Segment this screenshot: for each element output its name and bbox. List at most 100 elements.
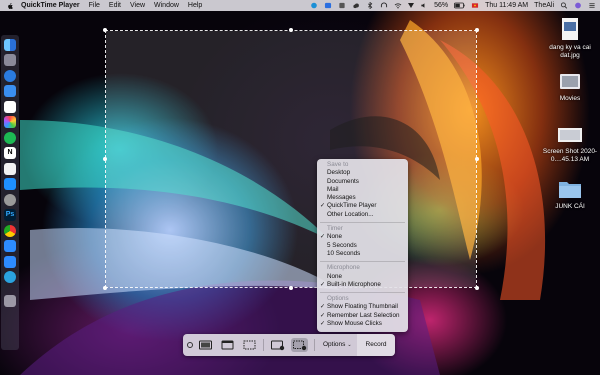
menu-view[interactable]: View <box>130 0 145 11</box>
checkmark-icon: ✓ <box>320 304 326 311</box>
skype-icon[interactable] <box>310 2 318 9</box>
resize-handle-top-left[interactable] <box>103 28 107 32</box>
resize-handle-top[interactable] <box>289 28 293 32</box>
apple-icon[interactable] <box>6 2 14 10</box>
cloud-icon[interactable] <box>352 2 360 9</box>
photoshop-icon[interactable]: Ps <box>4 209 16 221</box>
airplay-icon[interactable] <box>408 3 415 8</box>
calendar-icon[interactable] <box>4 100 16 113</box>
menu-header-timer: Timer <box>327 225 343 233</box>
record-selection-button[interactable] <box>291 338 308 352</box>
menu-item-quicktime-player[interactable]: ✓ QuickTime Player <box>317 202 408 210</box>
close-toolbar-button[interactable] <box>187 342 193 348</box>
desktop-file-image[interactable]: dang ky va cai dat.jpg <box>540 17 600 60</box>
battery-percent[interactable]: 56% <box>434 0 448 11</box>
resize-handle-top-right[interactable] <box>475 28 479 32</box>
resize-handle-right[interactable] <box>475 157 479 161</box>
finder-status-icon[interactable] <box>338 2 346 9</box>
search-icon[interactable] <box>560 2 568 9</box>
menu-item-label: Show Mouse Clicks <box>327 320 382 328</box>
dock: N Ps <box>1 35 19 350</box>
menu-item-5-seconds[interactable]: 5 Seconds <box>317 242 408 250</box>
resize-handle-left[interactable] <box>103 157 107 161</box>
capture-selection-button[interactable] <box>241 338 258 352</box>
menu-item-10-seconds[interactable]: 10 Seconds <box>317 250 408 258</box>
record-button[interactable]: Record <box>357 334 395 356</box>
toolbar-divider <box>314 339 315 351</box>
menu-edit[interactable]: Edit <box>109 0 121 11</box>
menu-item-documents[interactable]: Documents <box>317 178 408 186</box>
selection-area <box>106 31 476 287</box>
volume-icon[interactable] <box>420 2 428 9</box>
menu-item-messages[interactable]: Messages <box>317 194 408 202</box>
clock[interactable]: Thu 11:49 AM <box>485 0 528 11</box>
resize-handle-bottom-left[interactable] <box>103 286 107 290</box>
zalo-icon[interactable] <box>324 2 332 9</box>
app-store-icon[interactable] <box>4 178 16 190</box>
safari-icon[interactable] <box>4 69 16 82</box>
desktop-folder-movies[interactable]: Movies <box>540 72 600 103</box>
entire-screen-icon <box>199 340 212 350</box>
screenshot-file-icon <box>558 128 582 142</box>
user-name[interactable]: TheAli <box>534 0 554 11</box>
notion-icon[interactable]: N <box>4 147 16 159</box>
zalo-dock-icon[interactable] <box>4 240 16 252</box>
menu-bar: QuickTime Player File Edit View Window H… <box>0 0 600 11</box>
settings-icon[interactable] <box>4 193 16 206</box>
menu-item-other-location[interactable]: Other Location... <box>317 211 408 219</box>
menu-item-timer-none[interactable]: ✓ None <box>317 233 408 241</box>
chrome-icon[interactable] <box>4 224 16 237</box>
resize-handle-bottom-right[interactable] <box>475 286 479 290</box>
resize-handle-bottom[interactable] <box>289 286 293 290</box>
menu-item-show-floating-thumbnail[interactable]: ✓ Show Floating Thumbnail <box>317 303 408 311</box>
record-selection-icon <box>293 340 307 351</box>
bluetooth-icon[interactable] <box>366 2 374 9</box>
telegram-icon[interactable] <box>4 271 16 283</box>
menu-item-label: Documents <box>327 177 359 185</box>
desktop-file-screenshot[interactable]: Screen Shot 2020-0....45.13 AM <box>540 125 600 164</box>
spotify-icon[interactable] <box>4 131 16 144</box>
menu-item-show-mouse-clicks[interactable]: ✓ Show Mouse Clicks <box>317 320 408 328</box>
notification-center-icon[interactable] <box>588 2 596 9</box>
launchpad-icon[interactable] <box>4 54 16 66</box>
capture-selection[interactable] <box>105 30 477 288</box>
photos-icon[interactable] <box>4 116 16 128</box>
menu-window[interactable]: Window <box>154 0 179 11</box>
record-entire-screen-button[interactable] <box>269 338 286 352</box>
menu-item-mic-none[interactable]: None <box>317 273 408 281</box>
menu-file[interactable]: File <box>89 0 100 11</box>
wifi-icon[interactable] <box>394 2 402 9</box>
capture-entire-screen-button[interactable] <box>197 338 214 352</box>
menu-separator <box>320 221 405 223</box>
checkmark-icon: ✓ <box>320 234 326 241</box>
menu-separator <box>320 260 405 262</box>
options-menu: Save to Desktop Documents Mail Messages … <box>317 159 408 332</box>
menu-item-label: Messages <box>327 194 356 202</box>
options-dropdown-button[interactable]: Options ⌄ <box>323 334 352 356</box>
menu-item-built-in-microphone[interactable]: ✓ Built-in Microphone <box>317 281 408 289</box>
menu-help[interactable]: Help <box>188 0 202 11</box>
menu-item-label: Other Location... <box>327 210 374 218</box>
desktop-icon-label: JUNK CÁI <box>555 203 585 210</box>
capture-window-button[interactable] <box>219 338 236 352</box>
menu-item-label: QuickTime Player <box>327 202 377 210</box>
menu-item-label: Mail <box>327 185 339 193</box>
headphones-icon[interactable] <box>380 2 388 9</box>
menu-app-name[interactable]: QuickTime Player <box>21 0 80 11</box>
screenshot-toolbar: Options ⌄ Record <box>183 334 395 356</box>
window-icon <box>221 340 234 350</box>
menu-item-remember-last-selection[interactable]: ✓ Remember Last Selection <box>317 312 408 320</box>
desktop-folder-junk[interactable]: JUNK CÁI <box>540 178 600 211</box>
menu-item-desktop[interactable]: Desktop <box>317 169 408 177</box>
siri-icon[interactable] <box>574 2 582 9</box>
mail-icon[interactable] <box>4 85 16 97</box>
folder-icon <box>559 182 581 198</box>
music-icon[interactable] <box>4 162 16 175</box>
menu-item-mail[interactable]: Mail <box>317 186 408 194</box>
checkmark-icon: ✓ <box>320 312 326 319</box>
flag-vn-icon[interactable] <box>471 2 479 9</box>
finder-icon[interactable] <box>4 38 16 51</box>
zoom-icon[interactable] <box>4 255 16 268</box>
trash-icon[interactable] <box>4 295 16 307</box>
battery-icon[interactable] <box>454 2 465 9</box>
